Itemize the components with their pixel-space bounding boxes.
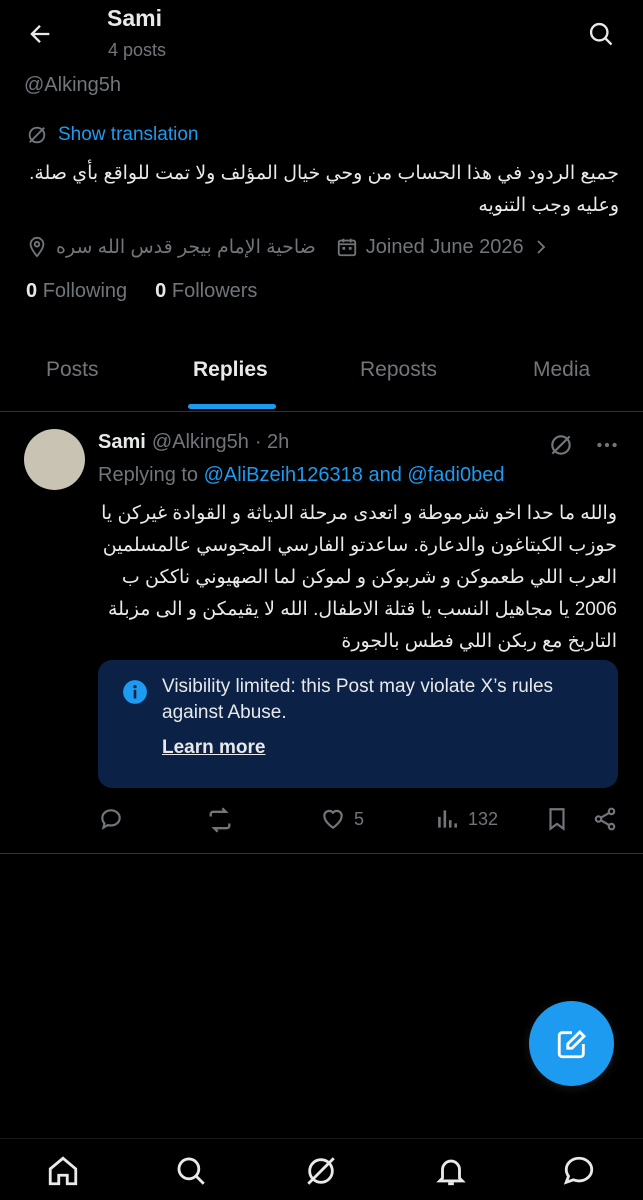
post-header: Sami @Alking5h · 2h — [98, 431, 289, 454]
nav-search[interactable] — [171, 1151, 211, 1191]
bottom-nav — [0, 1138, 643, 1200]
search-icon — [589, 22, 613, 46]
search-icon — [177, 1157, 205, 1185]
reply-to-user-1[interactable]: @AliBzeih126318 — [204, 464, 363, 486]
nav-notifications[interactable] — [431, 1151, 471, 1191]
like-count: 5 — [354, 808, 365, 829]
share-icon — [594, 807, 616, 831]
bookmark-button[interactable] — [544, 806, 570, 832]
more-horizontal-icon — [597, 442, 617, 448]
nav-grok[interactable] — [301, 1151, 341, 1191]
grok-icon — [551, 435, 571, 455]
tab-replies[interactable]: Replies — [193, 358, 268, 382]
view-count: 132 — [468, 808, 499, 829]
calendar-icon — [337, 238, 356, 257]
page-title: Sami — [107, 5, 162, 31]
grok-icon — [307, 1157, 335, 1185]
show-translation-label: Show translation — [58, 124, 199, 145]
post-text: والله ما حدا اخو شرموطة و اتعدى مرحلة ال… — [101, 503, 617, 652]
active-tab-indicator — [188, 404, 276, 409]
grok-button[interactable] — [548, 432, 574, 463]
location-text: ضاحية الإمام بيجر قدس الله سره — [56, 236, 316, 258]
reply-icon — [101, 809, 121, 830]
heart-icon — [323, 809, 343, 829]
top-bar: Sami 4 posts — [0, 0, 643, 72]
chat-icon — [563, 1156, 594, 1185]
more-options-button[interactable] — [594, 432, 620, 463]
visibility-notice: Visibility limited: this Post may violat… — [98, 660, 618, 788]
learn-more-link[interactable]: Learn more — [162, 737, 265, 759]
post-time: · 2h — [254, 431, 290, 453]
location-pin-icon — [29, 236, 45, 258]
notice-text: Visibility limited: this Post may violat… — [162, 676, 554, 723]
bar-chart-icon — [438, 810, 457, 828]
bookmark-icon — [549, 808, 565, 831]
repost-button[interactable] — [206, 806, 234, 834]
following-link[interactable]: 0 Following — [26, 280, 127, 303]
joined-date[interactable]: Joined June 2026 — [336, 236, 550, 259]
profile-handle: @Alking5h — [24, 74, 122, 96]
like-button[interactable]: 5 — [320, 806, 364, 832]
reply-to-user-2[interactable]: @fadi0bed — [407, 464, 504, 486]
search-button[interactable] — [581, 14, 621, 54]
repost-icon — [209, 807, 231, 833]
replying-prefix: Replying to — [98, 464, 199, 486]
nav-messages[interactable] — [559, 1151, 599, 1191]
profile-meta: ضاحية الإمام بيجر قدس الله سره Joined Ju… — [26, 230, 550, 264]
reply-and: and — [368, 464, 402, 486]
following-label: Following — [42, 280, 128, 302]
follow-stats: 0 Following 0 Followers — [26, 280, 257, 303]
post-count: 4 posts — [108, 40, 167, 60]
chevron-right-icon — [537, 240, 545, 254]
arrow-left-icon — [30, 25, 50, 43]
info-icon — [123, 680, 147, 704]
reply-button[interactable] — [98, 806, 124, 832]
following-count: 0 — [26, 280, 38, 302]
followers-link[interactable]: 0 Followers — [155, 280, 257, 303]
compose-button[interactable] — [529, 1001, 614, 1086]
author-name[interactable]: Sami — [98, 431, 146, 454]
profile-bio: جميع الردود في هذا الحساب من وحي خيال ال… — [29, 163, 619, 216]
back-button[interactable] — [20, 14, 60, 54]
grok-icon — [28, 126, 46, 144]
avatar[interactable] — [24, 429, 85, 490]
tab-posts[interactable]: Posts — [46, 358, 99, 382]
tab-reposts[interactable]: Reposts — [360, 358, 437, 382]
location: ضاحية الإمام بيجر قدس الله سره — [26, 236, 316, 259]
share-button[interactable] — [592, 806, 618, 832]
author-handle[interactable]: @Alking5h — [152, 431, 249, 454]
post-item[interactable]: Sami @Alking5h · 2h Replying to @AliBzei… — [0, 412, 643, 854]
show-translation-button[interactable]: Show translation — [26, 124, 198, 146]
profile-tabs: Posts Replies Reposts Media — [0, 340, 643, 412]
nav-home[interactable] — [43, 1151, 83, 1191]
compose-icon — [557, 1029, 586, 1058]
replying-to: Replying to @AliBzeih126318 and @fadi0be… — [98, 464, 504, 487]
tab-media[interactable]: Media — [533, 358, 590, 382]
home-icon — [48, 1156, 78, 1186]
bell-icon — [436, 1159, 466, 1186]
followers-count: 0 — [155, 280, 167, 302]
post-actions: 5 132 — [98, 806, 618, 838]
followers-label: Followers — [171, 280, 258, 302]
views-button[interactable]: 132 — [434, 806, 498, 832]
joined-text: Joined June 2026 — [365, 235, 524, 258]
